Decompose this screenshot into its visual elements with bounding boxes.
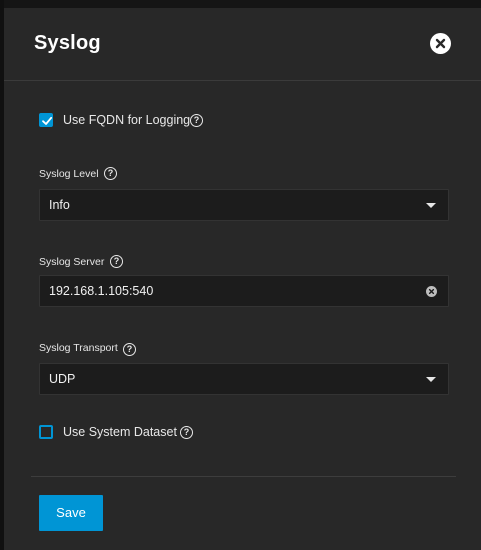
chevron-down-icon[interactable] [426, 377, 436, 382]
question-circle-icon[interactable]: ? [110, 255, 123, 268]
close-icon[interactable] [430, 33, 451, 54]
use-system-dataset-label[interactable]: Use System Dataset [63, 425, 177, 440]
page-background-top [0, 0, 481, 8]
syslog-server-label-text: Syslog Server [39, 256, 105, 268]
divider [31, 476, 456, 477]
syslog-server-input[interactable]: 192.168.1.105:540 [39, 275, 449, 307]
dialog-header: Syslog [4, 8, 481, 81]
syslog-dialog: Syslog Use FQDN for Logging ? Syslog Lev… [4, 8, 481, 550]
syslog-level-value: Info [49, 198, 70, 212]
question-circle-icon[interactable]: ? [180, 426, 193, 439]
question-circle-icon[interactable]: ? [123, 343, 136, 356]
question-circle-icon[interactable]: ? [104, 167, 117, 180]
use-system-dataset-checkbox[interactable] [39, 425, 53, 439]
syslog-level-label-text: Syslog Level [39, 168, 99, 180]
clear-icon[interactable] [426, 286, 437, 297]
syslog-transport-label-text: Syslog Transport [39, 342, 118, 354]
dialog-title: Syslog [34, 32, 101, 54]
save-button[interactable]: Save [39, 495, 103, 531]
syslog-level-label: Syslog Level [39, 168, 99, 180]
syslog-server-label: Syslog Server [39, 256, 104, 268]
syslog-transport-select[interactable]: UDP [39, 363, 449, 395]
chevron-down-icon[interactable] [426, 203, 436, 208]
syslog-transport-value: UDP [49, 372, 76, 386]
use-fqdn-checkbox[interactable] [39, 113, 53, 127]
syslog-server-value[interactable]: 192.168.1.105:540 [49, 276, 153, 306]
syslog-level-select[interactable]: Info [39, 189, 449, 221]
checkmark-icon [42, 116, 53, 125]
syslog-transport-label: Syslog Transport [39, 342, 118, 354]
question-circle-icon[interactable]: ? [190, 114, 203, 127]
use-fqdn-label[interactable]: Use FQDN for Logging [63, 113, 190, 128]
